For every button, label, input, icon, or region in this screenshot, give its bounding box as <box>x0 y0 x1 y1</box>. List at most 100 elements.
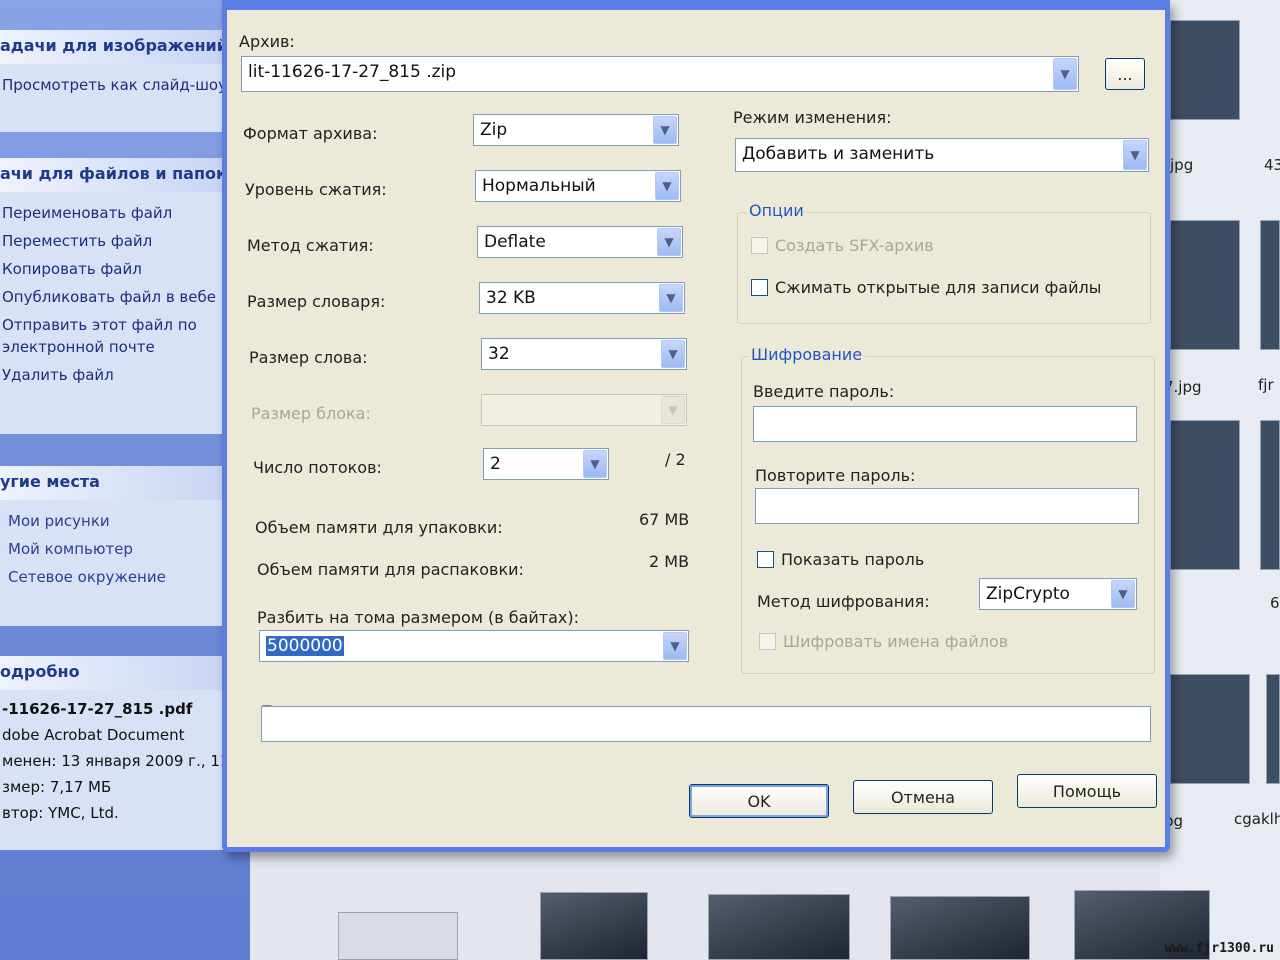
password-repeat-label: Повторите пароль: <box>755 466 916 485</box>
split-volumes-label: Разбить на тома размером (в байтах): <box>257 608 580 627</box>
publish-file-link[interactable]: Опубликовать файл в вебе <box>0 286 236 308</box>
thumbnail[interactable] <box>1266 674 1280 784</box>
thumbnail[interactable] <box>1260 420 1280 570</box>
watermark: www.fjr1300.ru <box>1164 941 1274 956</box>
word-size-label: Размер слова: <box>249 348 368 367</box>
format-label: Формат архива: <box>243 124 378 143</box>
move-file-link[interactable]: Переместить файл <box>0 230 236 252</box>
memory-unpack-value: 2 MB <box>649 552 690 571</box>
cancel-button[interactable]: Отмена <box>853 780 993 814</box>
details-modified: менен: 13 января 2009 г., 11:41 <box>2 752 236 770</box>
thumbnail[interactable] <box>1170 220 1240 350</box>
email-file-link[interactable]: Отправить этот файл по <box>0 314 236 336</box>
details-author: втор: YMC, Ltd. <box>2 804 119 822</box>
file-tasks-title[interactable]: ачи для файлов и папок <box>0 158 236 192</box>
details-title[interactable]: одробно <box>0 656 236 690</box>
dictionary-label: Размер словаря: <box>247 292 386 311</box>
block-size-label: Размер блока: <box>251 404 371 423</box>
thumbnail[interactable] <box>540 892 648 960</box>
compress-shared-checkbox[interactable]: Сжимать открытые для записи файлы <box>751 278 1101 297</box>
dictionary-value: 32 KB <box>486 288 536 308</box>
level-value: Нормальный <box>482 176 596 196</box>
thumbnail[interactable] <box>1260 220 1280 350</box>
email-file-link-cont[interactable]: электронной почте <box>0 336 236 358</box>
slideshow-link[interactable]: Просмотреть как слайд-шоу <box>0 74 236 96</box>
help-button[interactable]: Помощь <box>1017 774 1157 808</box>
chevron-down-icon[interactable]: ▼ <box>583 450 607 478</box>
encryption-method-value: ZipCrypto <box>986 584 1070 604</box>
archive-label: Архив: <box>239 32 295 51</box>
password-label: Введите пароль: <box>753 382 895 401</box>
chevron-down-icon[interactable]: ▼ <box>1111 580 1135 608</box>
thumbnail-label: jpg <box>1170 156 1194 174</box>
dictionary-combo[interactable]: 32 KB ▼ <box>479 282 685 314</box>
format-combo[interactable]: Zip ▼ <box>473 114 679 146</box>
parameters-input[interactable] <box>261 706 1151 742</box>
checkbox-icon[interactable] <box>757 551 774 568</box>
checkbox-icon <box>759 633 776 650</box>
encryption-method-label: Метод шифрования: <box>757 592 930 611</box>
ok-button[interactable]: OK <box>689 784 829 818</box>
memory-pack-value: 67 MB <box>639 510 690 529</box>
encryption-method-combo[interactable]: ZipCrypto ▼ <box>979 578 1137 610</box>
network-link[interactable]: Сетевое окружение <box>0 566 236 588</box>
thumbnail[interactable] <box>338 912 458 960</box>
task-pane: адачи для изображений Просмотреть как сл… <box>0 0 250 960</box>
threads-combo[interactable]: 2 ▼ <box>483 448 609 480</box>
method-value: Deflate <box>484 232 546 252</box>
details-filename: -11626-17-27_815 .pdf <box>2 700 193 718</box>
thumbnail[interactable] <box>890 896 1030 960</box>
details-size: змер: 7,17 МБ <box>2 778 112 796</box>
delete-file-link[interactable]: Удалить файл <box>0 364 236 386</box>
encryption-title: Шифрование <box>748 345 866 364</box>
other-places-title[interactable]: угие места <box>0 466 236 500</box>
split-volumes-value: 5000000 <box>266 636 344 656</box>
chevron-down-icon[interactable]: ▼ <box>659 284 683 312</box>
chevron-down-icon[interactable]: ▼ <box>657 228 681 256</box>
other-places-panel: угие места Мои рисунки Мой компьютер Сет… <box>0 466 236 626</box>
threads-label: Число потоков: <box>253 458 382 477</box>
chevron-down-icon[interactable]: ▼ <box>655 172 679 200</box>
level-combo[interactable]: Нормальный ▼ <box>475 170 681 202</box>
method-combo[interactable]: Deflate ▼ <box>477 226 683 258</box>
checkbox-icon[interactable] <box>751 279 768 296</box>
password-repeat-input[interactable] <box>755 488 1139 524</box>
thumbnail[interactable] <box>1170 674 1250 784</box>
chevron-down-icon[interactable]: ▼ <box>1053 58 1077 90</box>
thumbnail[interactable] <box>1170 20 1240 120</box>
password-input[interactable] <box>753 406 1137 442</box>
method-label: Метод сжатия: <box>247 236 374 255</box>
memory-pack-label: Объем памяти для упаковки: <box>255 518 503 537</box>
copy-file-link[interactable]: Копировать файл <box>0 258 236 280</box>
split-volumes-combo[interactable]: 5000000 ▼ <box>259 630 689 662</box>
word-size-combo[interactable]: 32 ▼ <box>481 338 687 370</box>
memory-unpack-label: Объем памяти для распаковки: <box>257 560 524 579</box>
image-tasks-panel: адачи для изображений Просмотреть как сл… <box>0 30 236 132</box>
rename-file-link[interactable]: Переименовать файл <box>0 202 236 224</box>
chevron-down-icon: ▼ <box>661 396 685 424</box>
image-tasks-title[interactable]: адачи для изображений <box>0 30 236 64</box>
chevron-down-icon[interactable]: ▼ <box>653 116 677 144</box>
chevron-down-icon[interactable]: ▼ <box>661 340 685 368</box>
add-to-archive-dialog: Архив: lit-11626-17-27_815 .zip ▼ ... Фо… <box>222 0 1170 852</box>
update-mode-combo[interactable]: Добавить и заменить ▼ <box>735 138 1149 172</box>
thumbnail-label: 43 <box>1264 156 1280 174</box>
compress-shared-label: Сжимать открытые для записи файлы <box>775 278 1102 297</box>
file-tasks-panel: ачи для файлов и папок Переименовать фай… <box>0 158 236 434</box>
threads-value: 2 <box>490 454 501 474</box>
chevron-down-icon[interactable]: ▼ <box>663 632 687 660</box>
my-pictures-link[interactable]: Мои рисунки <box>0 510 236 532</box>
sfx-checkbox-label: Создать SFX-архив <box>775 236 934 255</box>
options-title: Опции <box>746 201 807 220</box>
browse-button[interactable]: ... <box>1105 58 1145 90</box>
thumbnail[interactable] <box>1170 420 1240 570</box>
details-panel: одробно -11626-17-27_815 .pdf dobe Acrob… <box>0 656 236 850</box>
block-size-combo: ▼ <box>481 394 687 426</box>
thumbnail-label: fjr <box>1258 376 1274 394</box>
show-password-checkbox[interactable]: Показать пароль <box>757 550 924 569</box>
archive-path-combo[interactable]: lit-11626-17-27_815 .zip ▼ <box>241 56 1079 92</box>
thumbnail[interactable] <box>708 894 850 960</box>
my-computer-link[interactable]: Мой компьютер <box>0 538 236 560</box>
chevron-down-icon[interactable]: ▼ <box>1123 140 1147 170</box>
threads-max: / 2 <box>665 450 686 469</box>
